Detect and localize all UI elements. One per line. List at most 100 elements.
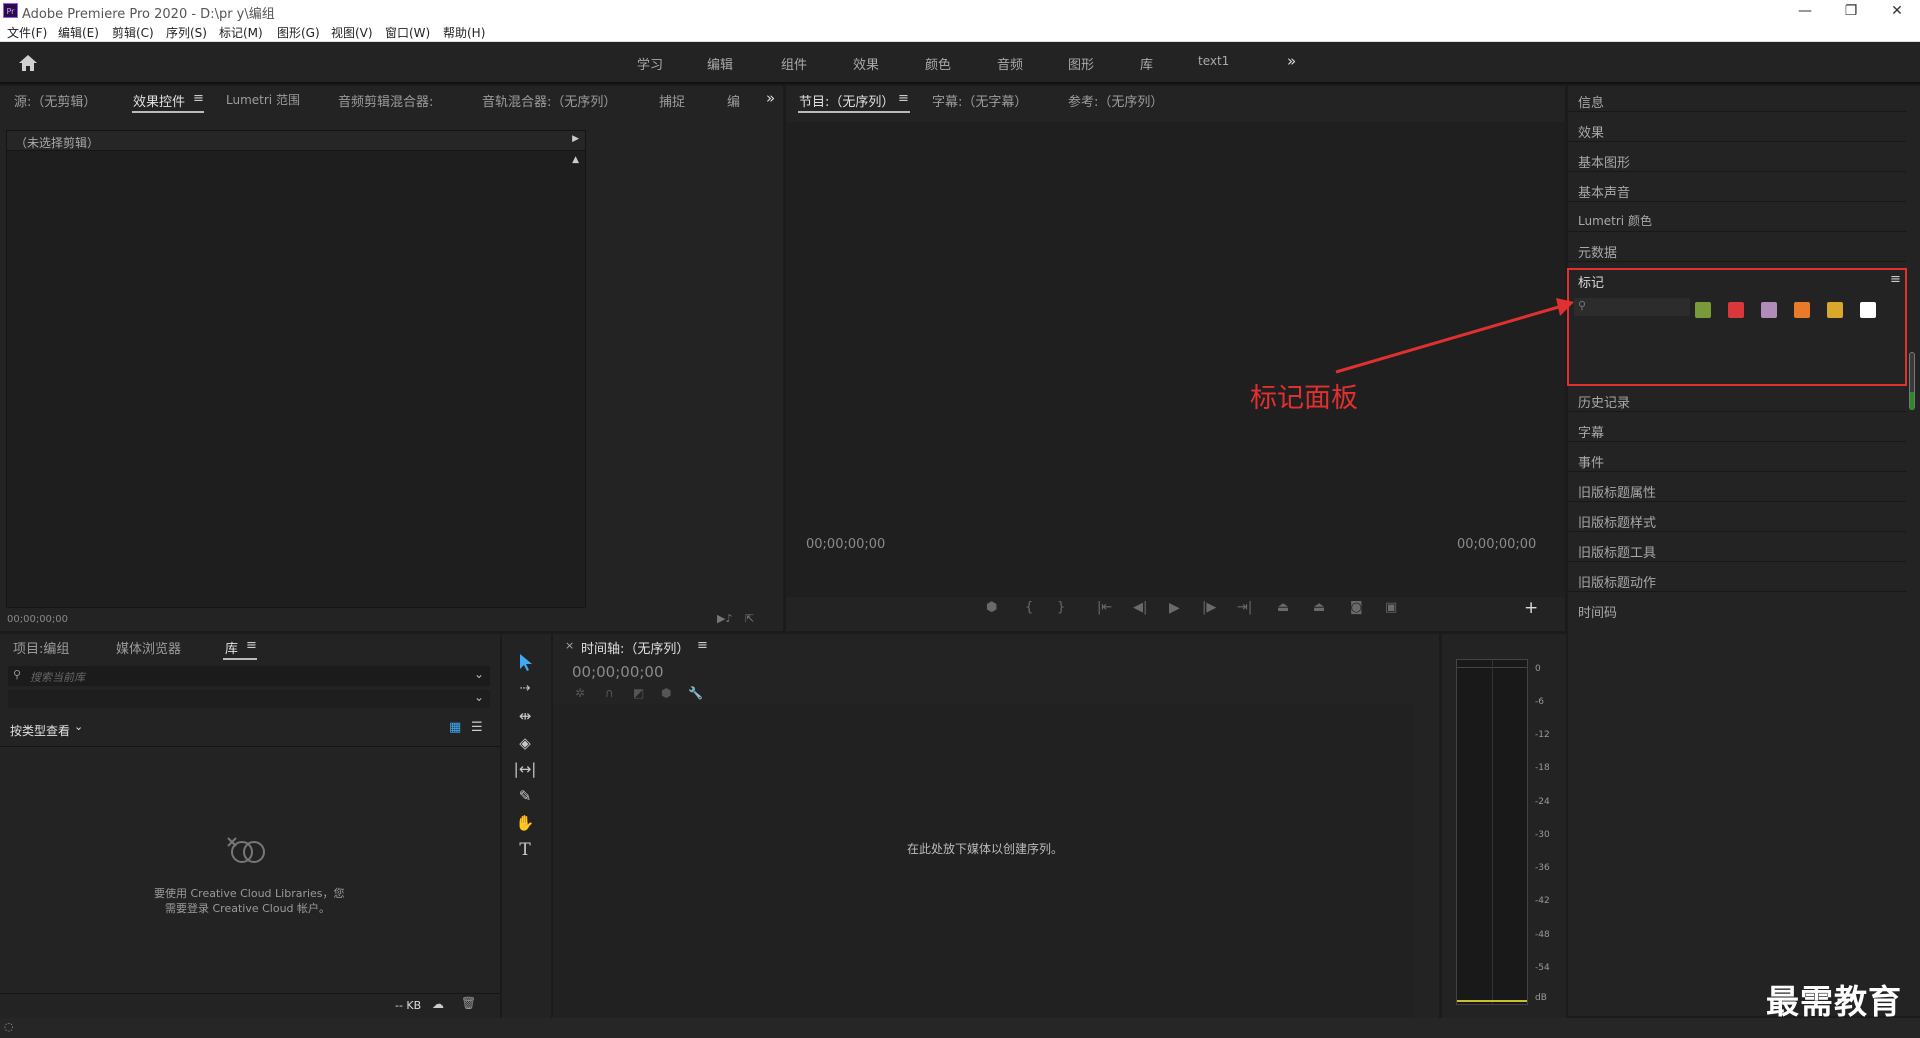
extract-icon[interactable]: ⏏	[1313, 600, 1325, 615]
view-by-dropdown[interactable]: 按类型查看	[10, 722, 70, 739]
more-workspaces-icon[interactable]: »	[1287, 52, 1296, 70]
panel-info[interactable]: 信息	[1568, 86, 1906, 112]
tab-media-browser[interactable]: 媒体浏览器	[116, 638, 181, 657]
tab-truncated[interactable]: 编	[727, 91, 740, 110]
panel-effects[interactable]: 效果	[1568, 116, 1906, 142]
restore-icon[interactable]: ❐	[1836, 1, 1866, 21]
selection-tool-icon[interactable]	[516, 652, 536, 672]
mark-out-icon[interactable]: }	[1057, 600, 1065, 615]
workspace-editing[interactable]: 编辑	[707, 54, 733, 73]
panel-metadata[interactable]: 元数据	[1568, 236, 1906, 262]
button-editor-icon[interactable]: +	[1524, 598, 1538, 618]
panel-captions[interactable]: 字幕	[1568, 416, 1906, 442]
panel-menu-icon[interactable]: ≡	[193, 91, 204, 106]
track-select-tool-icon[interactable]: ⇢	[510, 681, 540, 703]
tab-reference[interactable]: 参考:（无序列）	[1068, 91, 1163, 110]
panel-events[interactable]: 事件	[1568, 446, 1906, 472]
panel-lumetri-color[interactable]: Lumetri 颜色	[1568, 206, 1906, 232]
tab-timeline[interactable]: 时间轴:（无序列）	[581, 638, 689, 657]
tab-lumetri-scopes[interactable]: Lumetri 范围	[226, 91, 300, 108]
menu-markers[interactable]: 标记(M)	[219, 24, 263, 41]
timeline-panel-menu-icon[interactable]: ≡	[697, 638, 708, 653]
minimize-icon[interactable]: —	[1790, 1, 1820, 21]
timeline-timecode[interactable]: 00;00;00;00	[572, 663, 664, 681]
hand-tool-icon[interactable]: ✋	[510, 814, 540, 836]
go-to-in-icon[interactable]: |⇤	[1097, 600, 1112, 615]
panel-legacy-title-styles[interactable]: 旧版标题样式	[1568, 506, 1906, 532]
workspace-assembly[interactable]: 组件	[781, 54, 807, 73]
go-to-out-icon[interactable]: ⇥|	[1237, 600, 1252, 615]
panel-legacy-title-actions[interactable]: 旧版标题动作	[1568, 566, 1906, 592]
tab-captions[interactable]: 字幕:（无字幕）	[932, 91, 1027, 110]
home-icon[interactable]	[18, 54, 38, 72]
workspace-learn[interactable]: 学习	[637, 54, 663, 73]
tab-effect-controls[interactable]: 效果控件	[133, 91, 185, 110]
program-panel-menu-icon[interactable]: ≡	[898, 91, 909, 106]
pen-tool-icon[interactable]: ✎	[510, 787, 540, 809]
panel-essential-sound[interactable]: 基本声音	[1568, 176, 1906, 202]
add-marker-icon[interactable]: ⬢	[986, 600, 997, 615]
timeline-marker-icon[interactable]: ⬢	[661, 686, 671, 700]
tab-libraries[interactable]: 库	[225, 638, 238, 657]
library-select[interactable]: ⌄	[8, 690, 490, 708]
background-task-icon[interactable]: ◌	[4, 1020, 14, 1033]
library-search-input[interactable]: ⚲ 搜索当前库 ⌄	[8, 666, 490, 686]
tab-capture[interactable]: 捕捉	[659, 91, 685, 110]
cloud-sync-icon[interactable]: ☁	[432, 997, 444, 1011]
filter-icon[interactable]: ▶♪	[717, 612, 732, 625]
slip-tool-icon[interactable]: |↔|	[510, 760, 540, 782]
menu-edit[interactable]: 编辑(E)	[58, 24, 99, 41]
menu-sequence[interactable]: 序列(S)	[166, 24, 207, 41]
workspace-graphics[interactable]: 图形	[1068, 54, 1094, 73]
libraries-panel-menu-icon[interactable]: ≡	[246, 638, 257, 653]
close-icon[interactable]: ✕	[1882, 1, 1912, 21]
close-timeline-icon[interactable]: ×	[565, 639, 574, 652]
export-icon[interactable]: ⇱	[745, 612, 754, 625]
playhead-timecode[interactable]: 00;00;00;00	[806, 537, 885, 552]
panel-legacy-title-properties[interactable]: 旧版标题属性	[1568, 476, 1906, 502]
type-tool-icon[interactable]: T	[510, 840, 540, 862]
export-frame-icon[interactable]: ◙	[1350, 600, 1363, 615]
menu-file[interactable]: 文件(F)	[7, 24, 47, 41]
tab-program[interactable]: 节目:（无序列）	[799, 91, 894, 110]
mark-in-icon[interactable]: {	[1025, 600, 1033, 615]
menu-clip[interactable]: 剪辑(C)	[112, 24, 154, 41]
menu-view[interactable]: 视图(V)	[331, 24, 373, 41]
step-forward-icon[interactable]: |▶	[1202, 600, 1216, 615]
panel-legacy-title-tools[interactable]: 旧版标题工具	[1568, 536, 1906, 562]
tab-audio-track-mixer[interactable]: 音轨混合器:（无序列）	[482, 91, 616, 110]
workspace-audio[interactable]: 音频	[997, 54, 1023, 73]
list-view-icon[interactable]: ☰	[471, 720, 483, 735]
workspace-text1[interactable]: text1	[1198, 54, 1229, 68]
chevron-down-icon[interactable]: ⌄	[474, 667, 484, 681]
menu-graphics[interactable]: 图形(G)	[277, 24, 320, 41]
chevron-down-icon[interactable]: ⌄	[474, 690, 484, 704]
wrench-icon[interactable]: 🔧	[688, 686, 703, 700]
expand-arrow-icon[interactable]: ▶	[572, 134, 579, 144]
more-tabs-icon[interactable]: »	[766, 89, 775, 107]
grid-view-icon[interactable]: ▦	[449, 720, 461, 735]
tab-audio-clip-mixer[interactable]: 音频剪辑混合器:	[338, 91, 433, 110]
play-icon[interactable]: ▶	[1169, 600, 1180, 616]
view-by-chevron-icon[interactable]: ⌄	[74, 720, 83, 733]
comparison-view-icon[interactable]: ▣	[1385, 600, 1397, 615]
tab-source[interactable]: 源:（无剪辑）	[14, 91, 96, 110]
tab-project[interactable]: 项目:编组	[13, 638, 69, 657]
snap-icon[interactable]: ∩	[605, 686, 614, 700]
panel-timecode[interactable]: 时间码	[1568, 596, 1906, 622]
nest-icon[interactable]: ✲	[575, 686, 585, 700]
panel-essential-graphics[interactable]: 基本图形	[1568, 146, 1906, 172]
workspace-effects[interactable]: 效果	[853, 54, 879, 73]
timeline-track-area[interactable]	[553, 704, 1415, 1018]
workspace-libraries[interactable]: 库	[1140, 54, 1153, 73]
lift-icon[interactable]: ⏏	[1277, 600, 1289, 615]
razor-tool-icon[interactable]: ◈	[510, 734, 540, 756]
menu-help[interactable]: 帮助(H)	[443, 24, 485, 41]
panel-history[interactable]: 历史记录	[1568, 386, 1906, 412]
trash-icon[interactable]: 🗑	[461, 996, 476, 1010]
scroll-up-icon[interactable]: ▲	[572, 155, 579, 165]
linked-selection-icon[interactable]: ◩	[633, 686, 644, 700]
workspace-color[interactable]: 颜色	[925, 54, 951, 73]
ripple-edit-tool-icon[interactable]: ⇹	[510, 707, 540, 729]
step-back-icon[interactable]: ◀|	[1133, 600, 1147, 615]
